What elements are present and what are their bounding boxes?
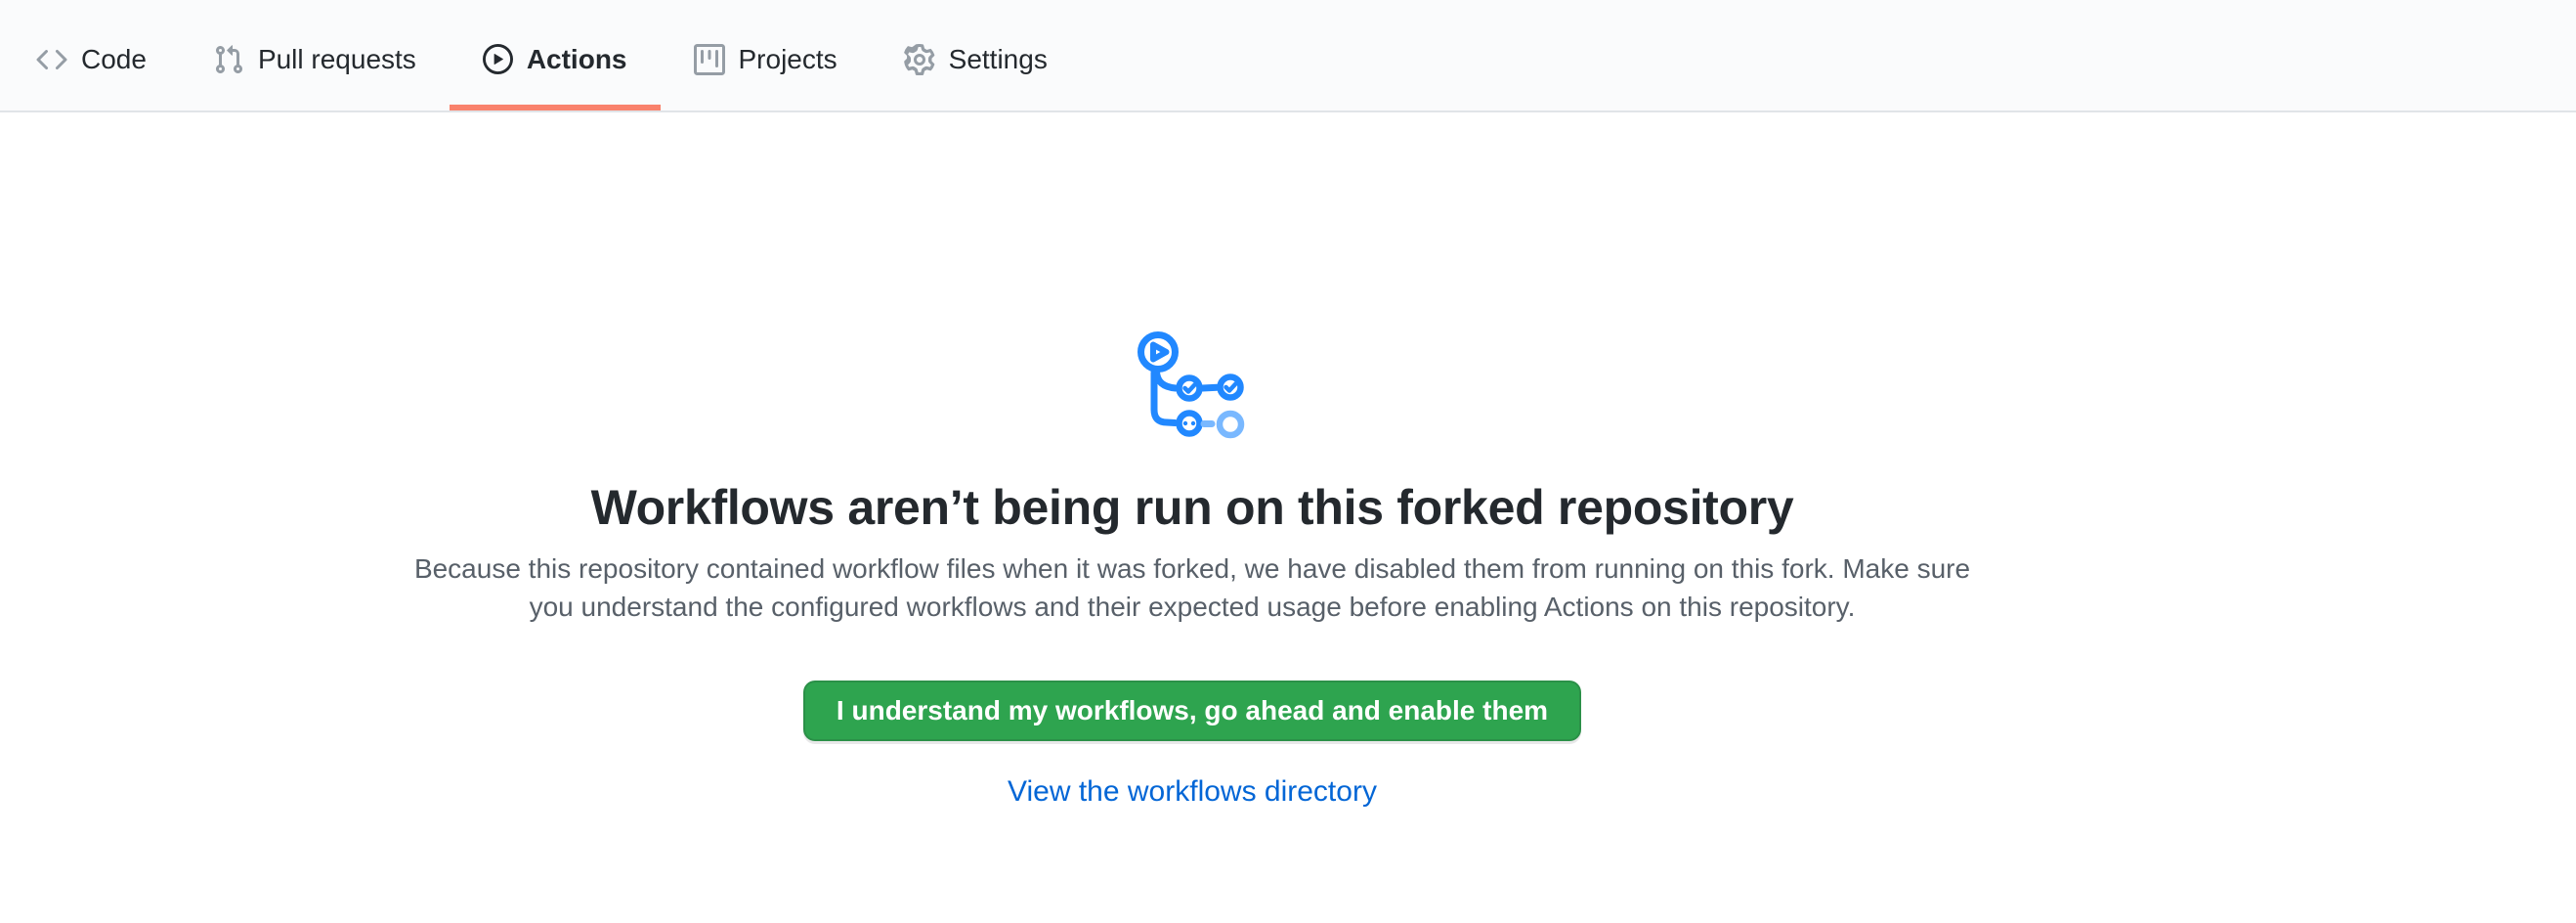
- workflow-icon: [391, 329, 1994, 440]
- git-pull-request-icon: [213, 44, 244, 75]
- tab-settings[interactable]: Settings: [871, 0, 1081, 110]
- workflows-disabled-blankslate: Workflows aren’t being run on this forke…: [391, 329, 1994, 813]
- enable-workflows-button[interactable]: I understand my workflows, go ahead and …: [803, 681, 1581, 741]
- tab-pull-requests[interactable]: Pull requests: [180, 0, 450, 110]
- view-workflows-directory-link[interactable]: View the workflows directory: [1008, 775, 1377, 808]
- tab-projects[interactable]: Projects: [661, 0, 871, 110]
- tab-actions[interactable]: Actions: [450, 0, 661, 110]
- gear-icon: [904, 44, 935, 75]
- code-icon: [36, 44, 67, 75]
- actions-content: Workflows aren’t being run on this forke…: [0, 112, 2576, 923]
- tab-code[interactable]: Code: [3, 0, 180, 110]
- tab-pull-requests-label: Pull requests: [258, 46, 416, 73]
- blankslate-heading: Workflows aren’t being run on this forke…: [391, 483, 1994, 532]
- repo-tab-nav: Code Pull requests Actions Projects Sett: [0, 0, 2576, 112]
- github-actions-page: Code Pull requests Actions Projects Sett: [0, 0, 2576, 923]
- play-circle-icon: [483, 44, 513, 74]
- workflows-directory-link-row: View the workflows directory: [391, 776, 1994, 813]
- blankslate-description: Because this repository contained workfl…: [391, 549, 1994, 626]
- tab-actions-label: Actions: [527, 46, 627, 73]
- tab-projects-label: Projects: [739, 46, 837, 73]
- tab-settings-label: Settings: [949, 46, 1048, 73]
- tab-code-label: Code: [81, 46, 147, 73]
- project-board-icon: [694, 44, 725, 75]
